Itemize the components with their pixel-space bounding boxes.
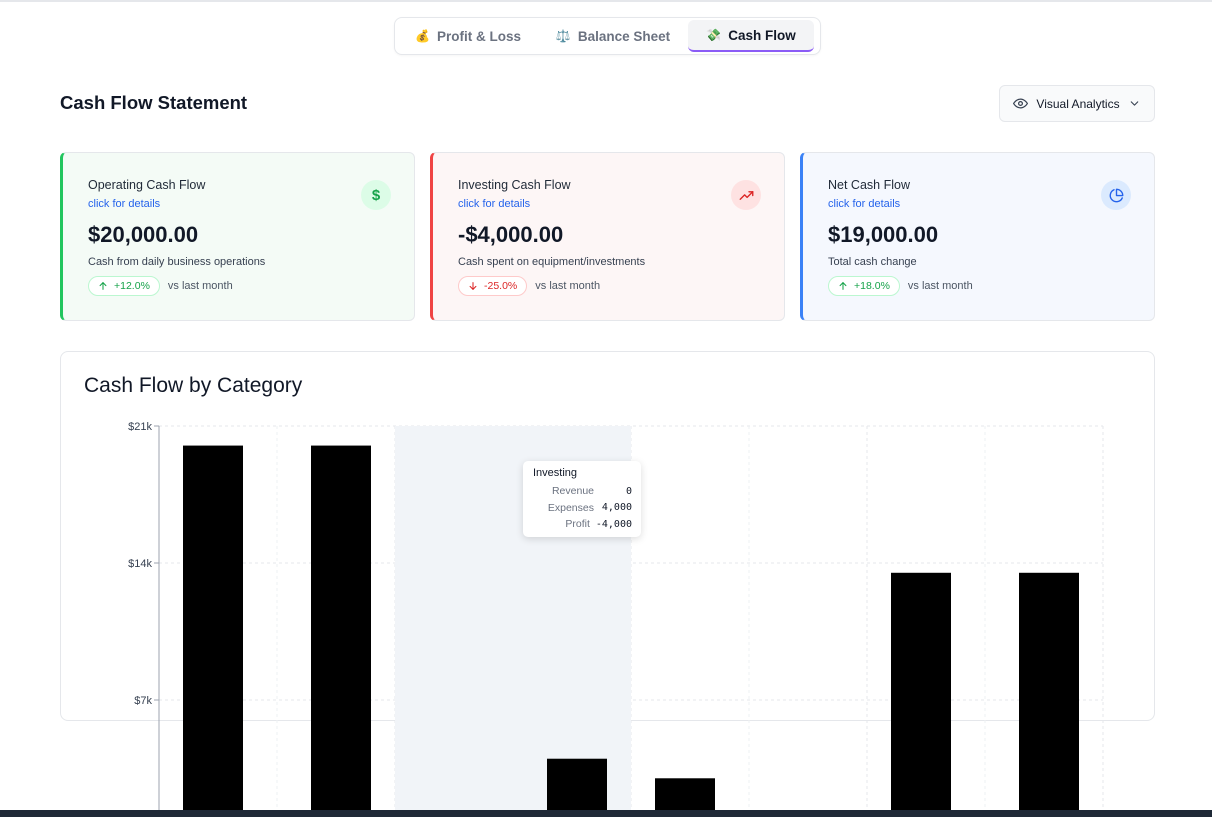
bar-net-expenses [1019,572,1079,817]
bar-investing-expenses [547,758,607,817]
cash-flow-bar-chart: $21k $14k $7k [128,421,1104,817]
tooltip-key: Revenue [551,485,594,498]
tooltip-row: Revenue 0 [533,483,632,500]
y-tick-label: $7k [134,695,152,707]
tooltip-value: -4,000 [595,518,632,530]
bar-operating-expenses [311,445,371,817]
tooltip-row: Profit -4,000 [533,516,632,533]
tooltip-key: Profit [565,518,590,531]
bottom-taskbar [0,810,1212,817]
bar-net-revenue [891,572,951,817]
tooltip-row: Expenses 4,000 [533,500,632,517]
chart-tooltip: Investing Revenue 0 Expenses 4,000 Profi… [523,461,641,537]
tooltip-value: 0 [625,485,632,497]
y-tick-label: $21k [128,421,152,433]
tooltip-title: Investing [533,467,578,479]
bar-operating-revenue [183,445,243,817]
tooltip-value: 4,000 [601,502,632,514]
tooltip-key: Expenses [547,501,594,514]
y-tick-label: $14k [128,558,152,570]
